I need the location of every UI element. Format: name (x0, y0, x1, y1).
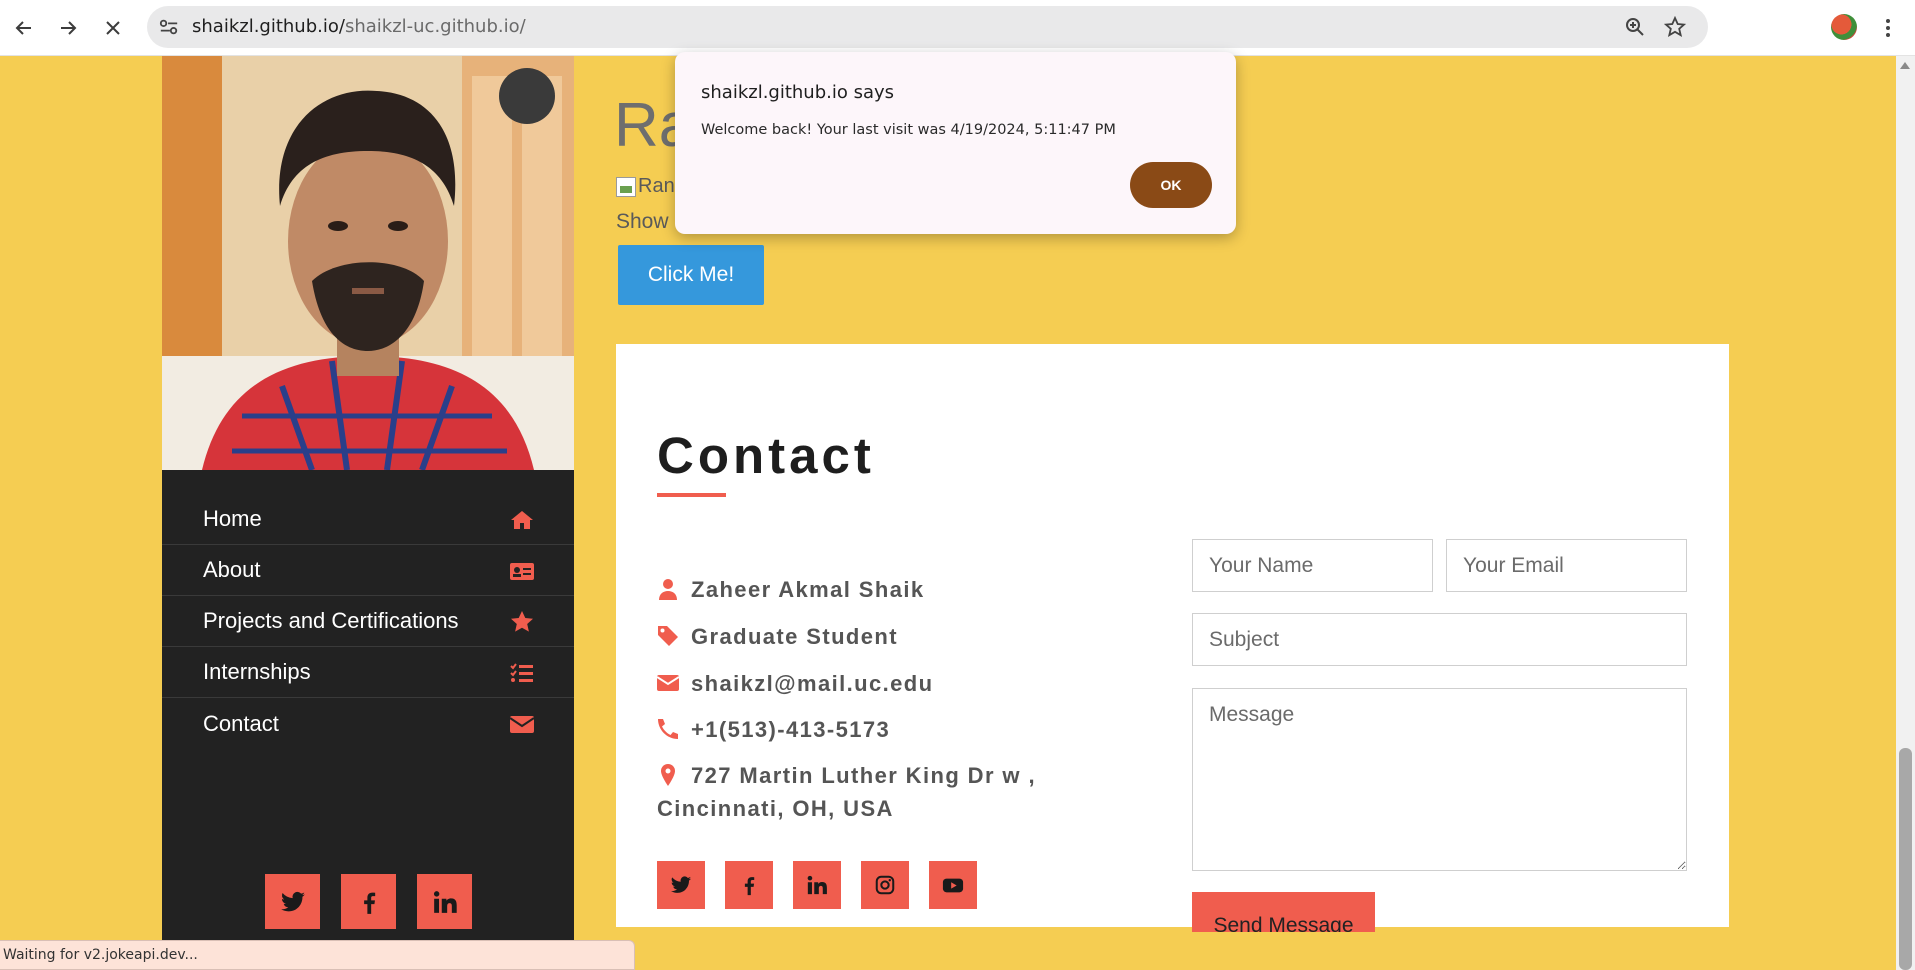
linkedin-link[interactable] (793, 861, 841, 909)
dialog-message: Welcome back! Your last visit was 4/19/2… (701, 122, 1116, 138)
facebook-link[interactable] (341, 874, 396, 929)
nav-label: About (203, 557, 261, 582)
broken-image-alt: Ran (638, 175, 675, 197)
linkedin-link[interactable] (417, 874, 472, 929)
contact-title: Contact (657, 427, 875, 484)
nav-label: Projects and Certifications (203, 608, 459, 633)
contact-phone-row: +1(513)-413-5173 (657, 717, 890, 743)
id-card-icon (510, 563, 534, 580)
bookmark-star-icon[interactable] (1664, 16, 1686, 38)
twitter-icon (280, 891, 305, 911)
send-message-button[interactable]: Send Message (1192, 892, 1375, 932)
back-button[interactable] (8, 12, 40, 44)
broken-image: Ran (616, 175, 675, 198)
contact-address-row: 727 Martin Luther King Dr w , Cincinnati… (657, 763, 1036, 825)
phone-icon (658, 719, 678, 739)
tag-icon (658, 626, 678, 646)
send-message-label: Send Message (1213, 914, 1354, 932)
twitter-link[interactable] (265, 874, 320, 929)
envelope-icon (657, 675, 679, 691)
facebook-icon (744, 877, 755, 896)
facebook-icon (363, 892, 375, 914)
show-text: Show (616, 210, 669, 233)
linkedin-icon (433, 890, 457, 913)
instagram-link[interactable] (861, 861, 909, 909)
map-marker-icon (661, 764, 675, 786)
user-icon (659, 579, 677, 600)
contact-name: Zaheer Akmal Shaik (691, 577, 925, 602)
contact-role: Graduate Student (691, 624, 898, 649)
browser-toolbar: shaikzl.github.io/shaikzl-uc.github.io/ (0, 0, 1915, 56)
instagram-icon (875, 875, 895, 895)
envelope-icon (510, 716, 534, 733)
url-path: shaikzl-uc.github.io/ (344, 16, 526, 37)
nav-item-projects[interactable]: Projects and Certifications (162, 596, 574, 647)
contact-social-links (657, 861, 977, 909)
name-input[interactable] (1192, 539, 1433, 592)
twitter-icon (670, 876, 692, 893)
message-textarea[interactable] (1192, 688, 1687, 871)
nav-label: Contact (203, 710, 279, 736)
sidebar-nav: Home About Projects and Certifications I… (162, 494, 574, 749)
page-scrollbar[interactable] (1896, 56, 1915, 970)
contact-name-row: Zaheer Akmal Shaik (657, 577, 924, 603)
site-settings-icon[interactable] (157, 16, 181, 38)
contact-address-line2: Cincinnati, OH, USA (657, 796, 894, 821)
linkedin-icon (807, 875, 827, 895)
alert-dialog: shaikzl.github.io says Welcome back! You… (675, 52, 1236, 234)
youtube-icon (942, 878, 964, 893)
arrow-right-icon (61, 21, 77, 35)
nav-item-about[interactable]: About (162, 545, 574, 596)
scroll-up-arrow-icon[interactable] (1900, 62, 1910, 69)
stop-loading-button[interactable] (97, 12, 129, 44)
title-underline (657, 493, 726, 497)
close-icon (106, 21, 120, 35)
dialog-title: shaikzl.github.io says (701, 82, 895, 103)
contact-phone[interactable]: +1(513)-413-5173 (691, 717, 890, 743)
home-icon (511, 511, 533, 529)
nav-item-home[interactable]: Home (162, 494, 574, 545)
nav-item-internships[interactable]: Internships (162, 647, 574, 698)
subject-input[interactable] (1192, 613, 1687, 666)
contact-role-row: Graduate Student (657, 624, 898, 650)
sidebar-social-links (265, 874, 472, 929)
nav-label: Internships (203, 659, 311, 684)
facebook-link[interactable] (725, 861, 773, 909)
click-me-button[interactable]: Click Me! (618, 245, 764, 305)
star-icon (511, 611, 533, 632)
contact-address-line1: 727 Martin Luther King Dr w , (691, 763, 1036, 788)
contact-email[interactable]: shaikzl@mail.uc.edu (691, 671, 933, 697)
profile-avatar[interactable] (1831, 14, 1857, 40)
forward-button[interactable] (52, 12, 84, 44)
dialog-ok-button[interactable]: OK (1130, 162, 1212, 208)
zoom-icon[interactable] (1624, 16, 1646, 38)
address-bar[interactable]: shaikzl.github.io/shaikzl-uc.github.io/ (147, 6, 1708, 48)
youtube-link[interactable] (929, 861, 977, 909)
browser-menu-button[interactable] (1876, 12, 1900, 44)
profile-photo (162, 56, 574, 470)
tasks-icon (510, 663, 533, 682)
url-text[interactable]: shaikzl.github.io/shaikzl-uc.github.io/ (192, 6, 526, 48)
nav-label: Home (203, 506, 262, 531)
url-host: shaikzl.github.io/ (192, 16, 345, 37)
twitter-link[interactable] (657, 861, 705, 909)
arrow-left-icon (15, 21, 31, 35)
contact-section: Contact Zaheer Akmal Shaik Graduate Stud… (616, 344, 1729, 932)
scrollbar-thumb[interactable] (1899, 748, 1912, 970)
status-bubble: Waiting for v2.jokeapi.dev... (0, 940, 635, 970)
email-input[interactable] (1446, 539, 1687, 592)
sidebar: Home About Projects and Certifications I… (162, 56, 574, 970)
nav-item-contact[interactable]: Contact (162, 698, 574, 749)
broken-image-icon (616, 176, 636, 197)
contact-email-row: shaikzl@mail.uc.edu (657, 671, 933, 697)
